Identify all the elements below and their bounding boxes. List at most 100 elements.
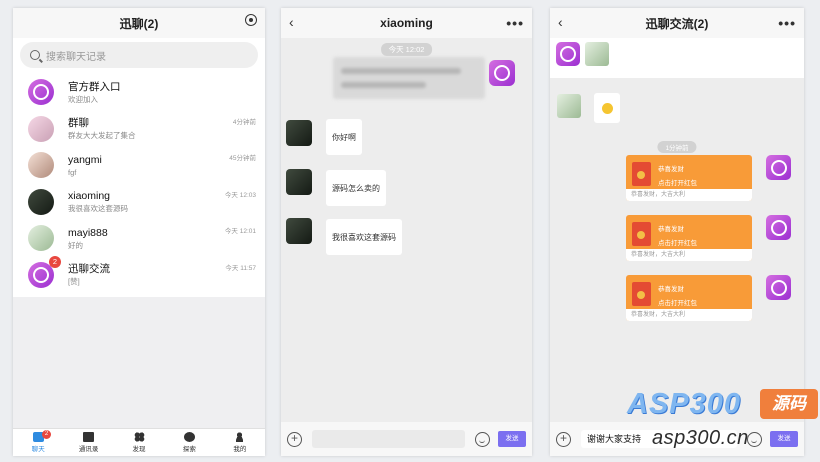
conversation-last-message: 我很喜欢这套源码 [68, 204, 128, 214]
self-avatar [766, 215, 791, 240]
conversation-item[interactable]: 2 迅聊交流 [赞] 今天 11:57 [13, 255, 265, 294]
emoji-icon[interactable] [747, 431, 762, 447]
red-packet-title: 恭喜发财 [658, 286, 684, 293]
face-emoji-icon [601, 102, 613, 114]
conversation-list-screen: 迅聊(2) 搜索聊天记录 官方群入口 欢迎加入 群聊 群友大大发起了集合 4分钟前 … [13, 8, 265, 456]
conversation-item[interactable]: mayi888 好的 今天 12:01 [13, 220, 265, 257]
message-bubble: 我很喜欢这套源码 [326, 219, 402, 255]
avatar [28, 152, 54, 179]
search-icon [30, 50, 40, 60]
message-bubble: 你好啊 [326, 119, 362, 155]
unread-badge: 2 [49, 255, 61, 268]
header-bar: 迅聊(2) [13, 8, 265, 38]
search-placeholder: 搜索聊天记录 [46, 51, 106, 63]
private-chat-screen: ‹ xiaoming ••• 今天 12:02 你好啊 源码怎么卖的 我很喜欢这… [281, 8, 532, 456]
watermark-url: asp300.cn [652, 427, 749, 449]
red-packet-subtitle: 点击打开红包 [658, 240, 697, 247]
self-avatar [766, 155, 791, 180]
conversation-time: 今天 12:03 [224, 191, 256, 199]
nav-label: 我的 [233, 446, 247, 453]
member-avatar[interactable] [556, 42, 580, 66]
explore-icon [183, 432, 195, 442]
nav-badge: 2 [42, 430, 51, 439]
member-avatar[interactable] [585, 42, 609, 66]
conversation-last-message: [赞] [68, 277, 80, 287]
avatar [28, 225, 54, 252]
message-bubble: 源码怎么卖的 [326, 170, 386, 206]
plus-icon[interactable]: + [287, 431, 302, 447]
header-bar: ‹ 迅聊交流(2) ••• [550, 8, 804, 38]
red-packet-footer: 恭喜发财，大吉大利 [626, 249, 752, 261]
emoji-message [594, 93, 620, 123]
more-icon[interactable]: ••• [778, 15, 796, 31]
avatar [28, 115, 54, 142]
red-envelope-icon [632, 282, 651, 306]
profile-icon [234, 432, 246, 442]
red-envelope-icon [632, 222, 651, 246]
red-packet-message[interactable]: 恭喜发财 点击打开红包 恭喜发财，大吉大利 [626, 275, 752, 321]
member-strip [550, 38, 804, 78]
red-packet-message[interactable]: 恭喜发财 点击打开红包 恭喜发财，大吉大利 [626, 155, 752, 201]
watermark-tag: 源码 [760, 389, 818, 419]
bottom-navigation: 2 聊天 通讯录 发现 探索 我的 [13, 428, 265, 456]
more-icon[interactable]: ••• [506, 15, 524, 31]
nav-contacts[interactable]: 通讯录 [63, 429, 113, 456]
chat-title: 迅聊交流(2) [645, 16, 709, 31]
contact-avatar [286, 218, 312, 244]
member-avatar [557, 94, 581, 118]
input-bar: + 发送 [281, 422, 532, 456]
conversation-time: 今天 11:57 [225, 264, 256, 272]
conversation-time: 4分钟前 [232, 118, 256, 126]
time-divider: 1分钟前 [657, 141, 697, 153]
discover-icon [133, 432, 145, 442]
self-avatar [489, 60, 515, 86]
red-packet-subtitle: 点击打开红包 [658, 180, 697, 187]
send-button[interactable]: 发送 [770, 431, 798, 447]
watermark-brand: ASP300 [627, 388, 742, 420]
nav-label: 通讯录 [78, 446, 99, 453]
header-bar: ‹ xiaoming ••• [281, 8, 532, 38]
conversation-time: 45分钟前 [229, 155, 256, 162]
conversation-last-message: 好的 [68, 240, 83, 250]
self-avatar [766, 275, 791, 300]
nav-chat[interactable]: 2 聊天 [13, 429, 63, 456]
red-packet-footer: 恭喜发财，大吉大利 [626, 309, 752, 321]
page-title: 迅聊(2) [119, 16, 159, 31]
message-input[interactable] [312, 430, 465, 448]
add-circle-icon[interactable] [245, 13, 257, 29]
back-icon[interactable]: ‹ [289, 14, 294, 30]
send-button[interactable]: 发送 [498, 431, 526, 447]
avatar [28, 188, 54, 215]
conversation-time: 今天 12:01 [224, 228, 256, 235]
red-packet-message[interactable]: 恭喜发财 点击打开红包 恭喜发财，大吉大利 [626, 215, 752, 261]
conversation-last-message: 欢迎加入 [68, 94, 98, 104]
search-bar[interactable]: 搜索聊天记录 [20, 42, 258, 68]
blurred-message [333, 57, 485, 99]
conversation-item[interactable]: xiaoming 我很喜欢这套源码 今天 12:03 [13, 184, 265, 221]
nav-label: 发现 [132, 446, 146, 453]
nav-label: 聊天 [31, 446, 45, 453]
nav-explore[interactable]: 探索 [164, 429, 214, 456]
chat-title: xiaoming [380, 16, 433, 30]
conversation-item[interactable]: yangmi fgf 45分钟前 [13, 147, 265, 184]
conversation-last-message: fgf [68, 167, 77, 177]
red-packet-footer: 恭喜发财，大吉大利 [626, 189, 752, 201]
red-packet-title: 恭喜发财 [658, 166, 684, 173]
nav-discover[interactable]: 发现 [114, 429, 164, 456]
emoji-icon[interactable] [475, 431, 490, 447]
conversation-last-message: 群友大大发起了集合 [68, 131, 136, 141]
contact-avatar [286, 169, 312, 195]
conversation-item[interactable]: 官方群入口 欢迎加入 [13, 74, 265, 111]
conversation-name: 官方群入口 [68, 80, 121, 93]
red-envelope-icon [632, 162, 651, 186]
conversation-item[interactable]: 群聊 群友大大发起了集合 4分钟前 [13, 111, 265, 148]
empty-area [13, 297, 265, 432]
conversation-list: 官方群入口 欢迎加入 群聊 群友大大发起了集合 4分钟前 yangmi fgf 45分… [13, 74, 265, 293]
message-area: 今天 12:02 你好啊 源码怎么卖的 我很喜欢这套源码 [281, 38, 532, 422]
nav-label: 探索 [182, 446, 196, 453]
back-icon[interactable]: ‹ [558, 14, 563, 30]
nav-profile[interactable]: 我的 [215, 429, 265, 456]
red-packet-title: 恭喜发财 [658, 226, 684, 233]
plus-icon[interactable]: + [556, 431, 571, 447]
time-divider: 今天 12:02 [380, 43, 433, 56]
